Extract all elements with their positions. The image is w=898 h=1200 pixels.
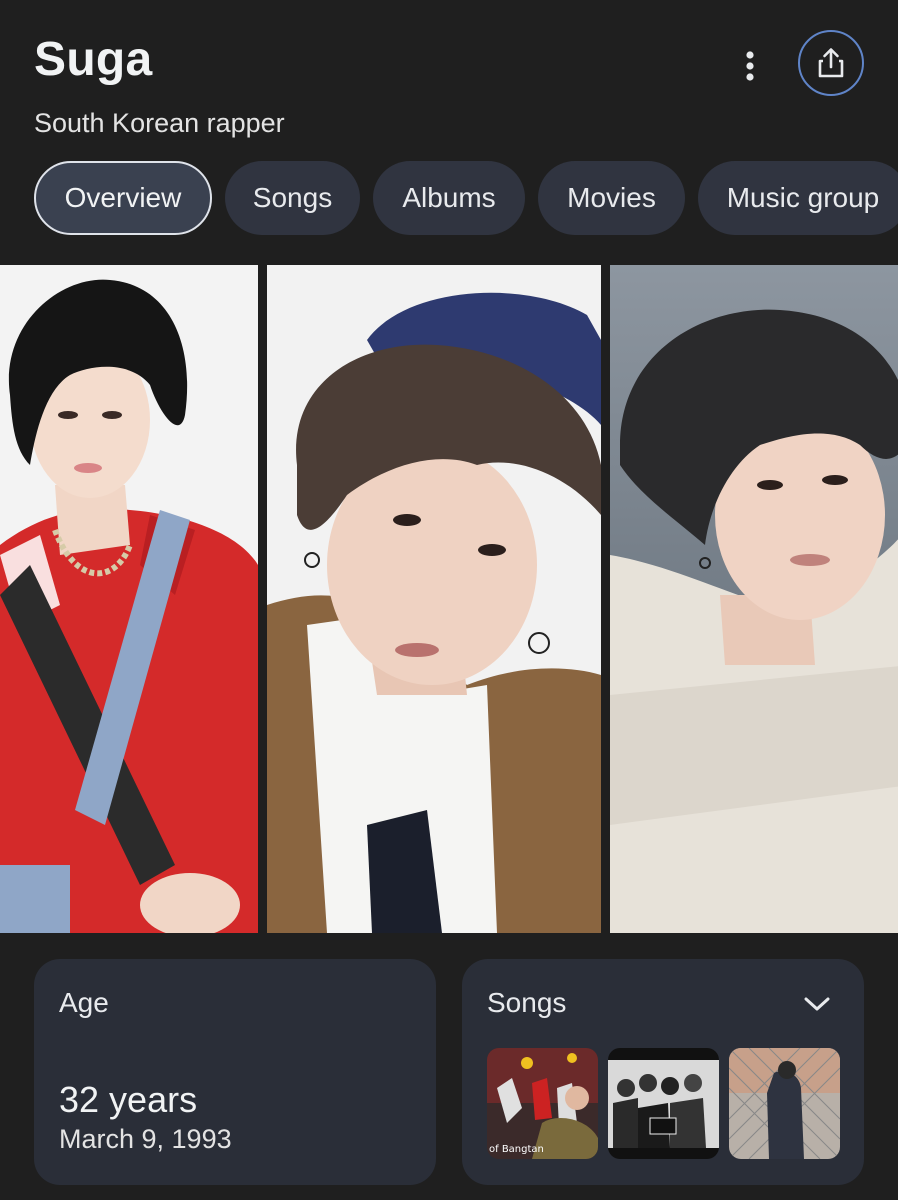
tab-bar: Overview Songs Albums Movies Music group [34,161,898,237]
age-card: Age 32 years March 9, 1993 [34,959,436,1185]
share-icon [818,48,844,78]
entity-subtitle: South Korean rapper [34,108,285,138]
age-label: Age [59,987,109,1018]
share-button[interactable] [798,30,864,96]
age-value: 32 years [59,1079,198,1120]
song-thumbnail-2[interactable] [608,1048,719,1159]
song-thumbnail-1[interactable]: of Bangtan [487,1048,598,1159]
chevron-down-icon [804,997,830,1011]
knowledge-panel: Suga South Korean rapper Overview Songs … [0,0,898,1200]
thumbnail-caption: of Bangtan [489,1144,544,1155]
song-thumbnail-3[interactable] [729,1048,840,1159]
tab-albums[interactable]: Albums [373,161,525,235]
tab-music-group[interactable]: Music group [698,161,898,235]
page-title: Suga [34,33,153,86]
songs-card[interactable]: Songs of Bangtan [462,959,864,1185]
songs-label: Songs [487,987,567,1018]
tab-movies[interactable]: Movies [538,161,685,235]
song-thumbnails: of Bangtan [487,1048,840,1159]
photo-1[interactable] [0,265,258,933]
image-carousel [0,265,898,933]
expand-button[interactable] [802,991,832,1017]
more-vert-icon [746,51,754,81]
more-options-button[interactable] [730,44,770,88]
tab-songs[interactable]: Songs [225,161,360,235]
photo-2[interactable] [267,265,601,933]
photo-3[interactable] [610,265,898,933]
tab-overview[interactable]: Overview [34,161,212,235]
birth-date: March 9, 1993 [59,1124,232,1154]
